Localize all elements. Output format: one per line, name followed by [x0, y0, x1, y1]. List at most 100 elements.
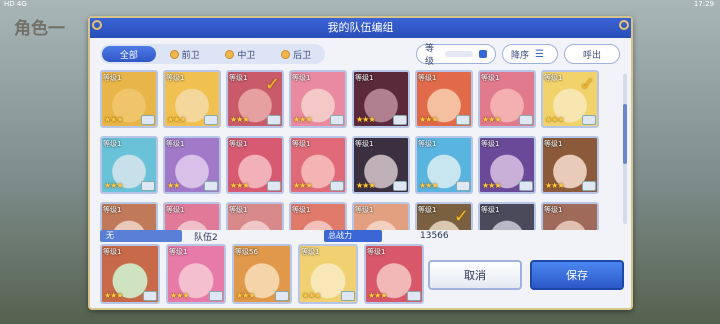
filter-tab[interactable]: 后卫 [269, 46, 323, 62]
filter-tab-label: 中卫 [237, 50, 256, 61]
dialog-titlebar: 我的队伍编组 [90, 18, 631, 38]
star-rating: ★★★ [104, 291, 123, 300]
rank-chevron-icon [204, 181, 218, 191]
character-card[interactable]: 等级1 ★★★ [100, 136, 158, 194]
selected-check-icon: ✓ [579, 74, 595, 95]
rank-chevron-icon [267, 115, 281, 125]
character-card[interactable]: 等级1 ★★★ [289, 70, 347, 128]
character-level: 等级1 [481, 140, 500, 148]
grid-scrollbar[interactable] [623, 74, 627, 224]
team-member-card[interactable]: 等级1 ★★★ [166, 244, 226, 304]
team-members: 等级1 ★★★ 等级1 ★★★ 等级56 ★★★ 等级1 ★★★ 等级1 ★★★ [100, 244, 424, 304]
save-button[interactable]: 保存 [530, 260, 624, 290]
character-level: 等级1 [481, 206, 500, 214]
status-bar: HD 4G 17:29 [0, 0, 720, 10]
team-member-card[interactable]: 等级1 ★★★ [298, 244, 358, 304]
rank-chevron-icon [519, 115, 533, 125]
star-rating: ★★★ [545, 115, 564, 124]
rank-chevron-icon [141, 115, 155, 125]
filter-tab[interactable]: 前卫 [158, 46, 212, 62]
level-sort-label: 等级 [425, 44, 435, 67]
star-rating: ★★★ [302, 291, 321, 300]
selected-check-icon: ✓ [453, 206, 469, 227]
rank-chevron-icon [204, 115, 218, 125]
character-card[interactable]: 等级1 ★★★ [226, 136, 284, 194]
character-card[interactable]: 等级1 ✓ [415, 202, 473, 230]
team-member-card[interactable]: 等级56 ★★★ [232, 244, 292, 304]
character-card[interactable]: 等级1 [163, 202, 221, 230]
rank-chevron-icon [407, 291, 421, 301]
star-rating: ★★★ [419, 181, 438, 190]
character-level: 等级56 [235, 248, 258, 256]
team-member-card[interactable]: 等级1 ★★★ [364, 244, 424, 304]
character-card[interactable]: 等级1 ★★★ [352, 70, 410, 128]
character-card[interactable]: 等级1 ★★★ [541, 136, 599, 194]
character-card[interactable]: 等级1 [226, 202, 284, 230]
corner-ornament-icon [92, 20, 102, 30]
filter-tab-label: 前卫 [181, 50, 200, 61]
character-row: 等级1 ★★★ 等级1 ★★ 等级1 ★★★ 等级1 ★★★ 等级1 ★★★ 等级1 ★★★ 等级1 ★★… [100, 136, 599, 194]
position-icon [225, 49, 235, 59]
character-level: 等级1 [355, 140, 374, 148]
character-level: 等级1 [166, 206, 185, 214]
star-rating: ★★★ [104, 115, 123, 124]
character-card[interactable]: 等级1 [289, 202, 347, 230]
character-card[interactable]: 等级1 ★★★ [478, 70, 536, 128]
character-card[interactable]: 等级1 ★★★ [415, 136, 473, 194]
rank-chevron-icon [341, 291, 355, 301]
character-level: 等级1 [103, 248, 122, 256]
scrollbar-thumb[interactable] [623, 104, 627, 164]
star-rating: ★★★ [167, 115, 186, 124]
level-track [445, 51, 474, 57]
character-level: 等级1 [544, 140, 563, 148]
star-rating: ★★★ [230, 115, 249, 124]
character-level: 等级1 [292, 140, 311, 148]
order-toggle-button[interactable]: 降序 ☰ [502, 44, 558, 64]
character-card[interactable]: 等级1 ★★★ [100, 70, 158, 128]
character-card[interactable]: 等级1 ★★★ [163, 70, 221, 128]
filter-tab[interactable]: 中卫 [214, 46, 268, 62]
cancel-button[interactable]: 取消 [428, 260, 522, 290]
selected-check-icon: ✓ [264, 74, 280, 95]
rank-chevron-icon [141, 181, 155, 191]
character-card[interactable]: 等级1 ★★ [163, 136, 221, 194]
character-card[interactable]: 等级1 ★★★ [415, 70, 473, 128]
filter-tab-label: 后卫 [293, 50, 312, 61]
character-level: 等级1 [544, 206, 563, 214]
character-card[interactable]: 等级1 [100, 202, 158, 230]
sort-lines-icon: ☰ [535, 48, 544, 60]
level-sort-button[interactable]: 等级 [416, 44, 496, 67]
character-level: 等级1 [367, 248, 386, 256]
character-row: 等级1 等级1 等级1 等级1 等级1 等级1 ✓ 等级1 等级1 [100, 202, 599, 230]
character-level: 等级1 [229, 140, 248, 148]
character-card[interactable]: 等级1 ★★★ ✓ [541, 70, 599, 128]
character-card[interactable]: 等级1 ★★★ [352, 136, 410, 194]
character-card[interactable]: 等级1 [541, 202, 599, 230]
team-member-card[interactable]: 等级1 ★★★ [100, 244, 160, 304]
character-card[interactable]: 等级1 [352, 202, 410, 230]
status-signal: HD 4G [4, 0, 27, 8]
character-level: 等级1 [229, 74, 248, 82]
rank-chevron-icon [582, 115, 596, 125]
character-card[interactable]: 等级1 ★★★ [289, 136, 347, 194]
character-level: 等级1 [355, 206, 374, 214]
character-level: 等级1 [292, 206, 311, 214]
filter-tab[interactable]: 全部 [102, 46, 156, 62]
character-level: 等级1 [166, 74, 185, 82]
character-level: 等级1 [301, 248, 320, 256]
background-title: 角色一 [14, 19, 65, 39]
character-card[interactable]: 等级1 ★★★ ✓ [226, 70, 284, 128]
character-card[interactable]: 等级1 [478, 202, 536, 230]
star-rating: ★★★ [293, 181, 312, 190]
star-rating: ★★★ [236, 291, 255, 300]
character-grid[interactable]: 等级1 ★★★ 等级1 ★★★ 等级1 ★★★ ✓ 等级1 ★★★ 等级1 ★★★ 等级1 ★★★ 等级1… [100, 70, 627, 230]
character-card[interactable]: 等级1 ★★★ [478, 136, 536, 194]
star-rating: ★★★ [104, 181, 123, 190]
rank-chevron-icon [330, 181, 344, 191]
character-level: 等级1 [418, 140, 437, 148]
star-rating: ★★★ [419, 115, 438, 124]
call-out-button[interactable]: 呼出 [564, 44, 620, 64]
rank-chevron-icon [456, 181, 470, 191]
rank-chevron-icon [143, 291, 157, 301]
corner-ornament-icon [619, 20, 629, 30]
